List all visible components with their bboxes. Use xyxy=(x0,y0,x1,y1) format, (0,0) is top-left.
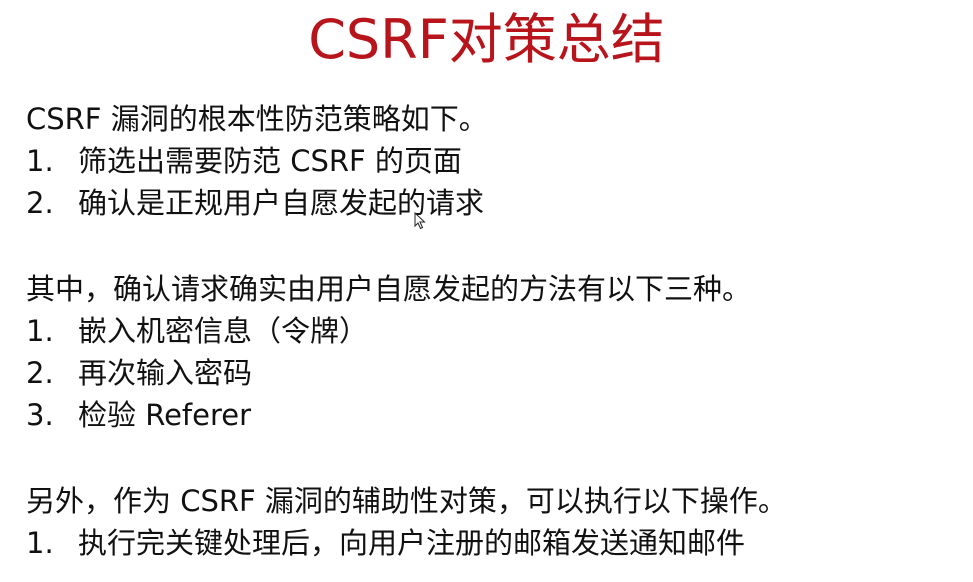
section-fundamental-strategy: CSRF 漏洞的根本性防范策略如下。 1. 筛选出需要防范 CSRF 的页面 2… xyxy=(26,98,966,224)
slide-title: CSRF对策总结 xyxy=(308,8,665,71)
list-item-text: 再次输入密码 xyxy=(78,356,253,390)
section-auxiliary-measures: 另外，作为 CSRF 漏洞的辅助性对策，可以执行以下操作。 1. 执行完关键处理… xyxy=(26,480,966,564)
list-item-number: 1. xyxy=(26,144,54,178)
list-item: 3. 检验 Referer xyxy=(26,394,966,436)
section-intro: 另外，作为 CSRF 漏洞的辅助性对策，可以执行以下操作。 xyxy=(26,484,787,518)
list-item: 2. 确认是正规用户自愿发起的请求 xyxy=(26,182,966,224)
slide-body: CSRF 漏洞的根本性防范策略如下。 1. 筛选出需要防范 CSRF 的页面 2… xyxy=(26,98,966,564)
list-item-number: 2. xyxy=(26,356,54,390)
list-item-number: 1. xyxy=(26,314,54,348)
section-intro: 其中，确认请求确实由用户自愿发起的方法有以下三种。 xyxy=(26,272,752,306)
list-item: 1. 嵌入机密信息（令牌） xyxy=(26,310,966,352)
list-item-text: 筛选出需要防范 CSRF 的页面 xyxy=(78,144,462,178)
slide: CSRF对策总结 CSRF 漏洞的根本性防范策略如下。 1. 筛选出需要防范 C… xyxy=(0,0,973,582)
list-item-number: 1. xyxy=(26,526,54,560)
section-confirmation-methods: 其中，确认请求确实由用户自愿发起的方法有以下三种。 1. 嵌入机密信息（令牌） … xyxy=(26,268,966,436)
section-intro: CSRF 漏洞的根本性防范策略如下。 xyxy=(26,102,488,136)
list-item-text: 执行完关键处理后，向用户注册的邮箱发送通知邮件 xyxy=(78,526,746,560)
list-item-text: 嵌入机密信息（令牌） xyxy=(78,314,369,348)
mouse-pointer-icon xyxy=(414,212,426,230)
list-item-number: 2. xyxy=(26,186,54,220)
list-item: 2. 再次输入密码 xyxy=(26,352,966,394)
list-item: 1. 筛选出需要防范 CSRF 的页面 xyxy=(26,140,966,182)
list-item-number: 3. xyxy=(26,398,54,432)
list-item: 1. 执行完关键处理后，向用户注册的邮箱发送通知邮件 xyxy=(26,522,966,564)
list-item-text: 检验 Referer xyxy=(78,398,252,432)
